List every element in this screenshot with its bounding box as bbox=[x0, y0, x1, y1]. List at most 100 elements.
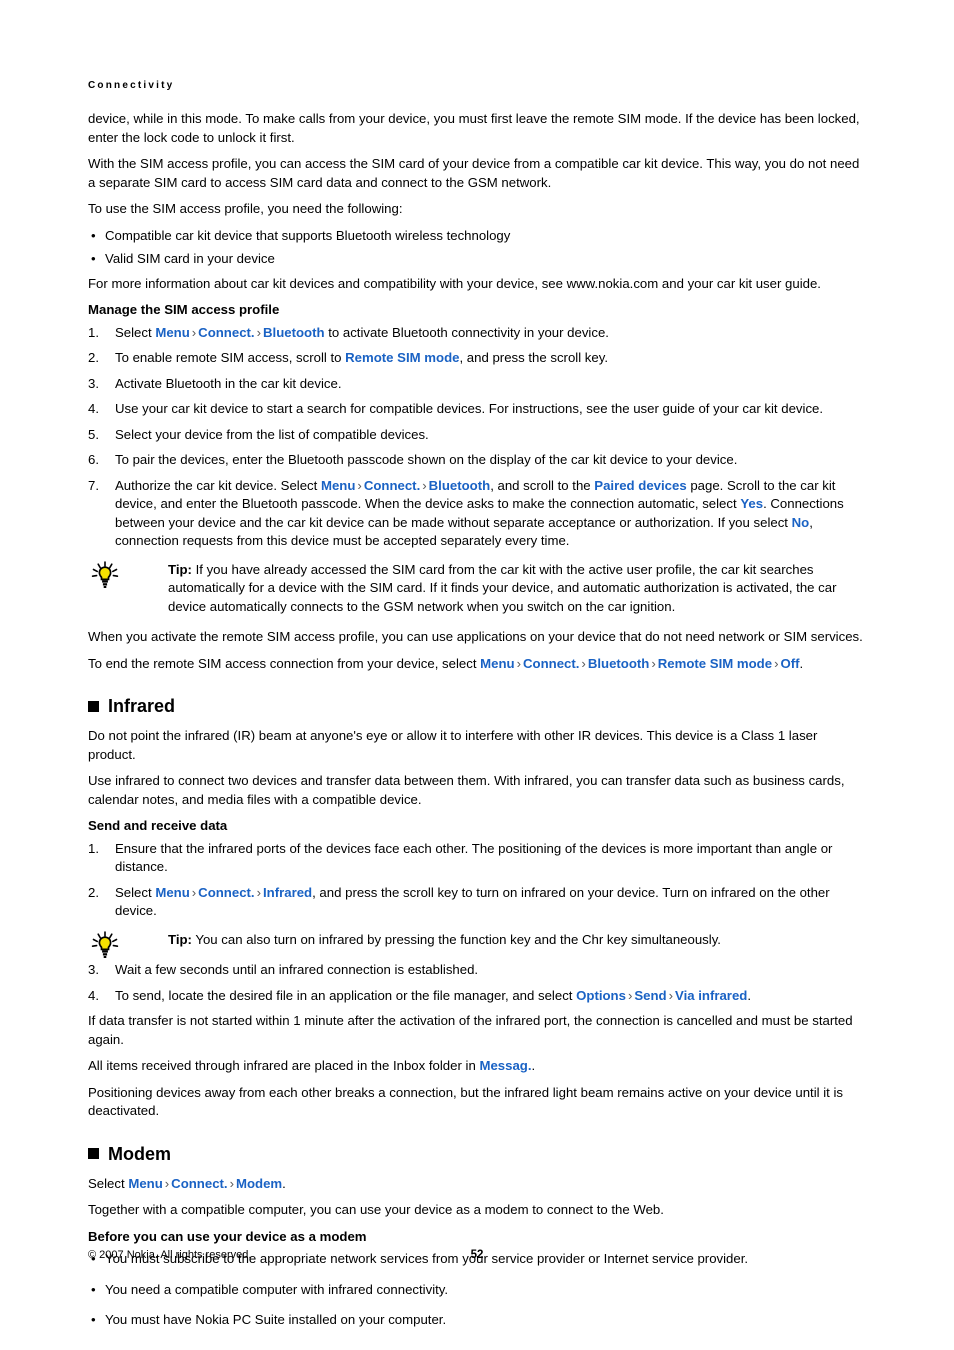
link-no[interactable]: No bbox=[792, 515, 810, 530]
infrared-paragraph-5: Positioning devices away from each other… bbox=[88, 1084, 844, 1119]
square-bullet-icon bbox=[88, 1148, 99, 1159]
step-2: 2. To enable remote SIM access, scroll t… bbox=[88, 349, 866, 368]
step-number: 6. bbox=[88, 452, 99, 467]
line-text-post: . bbox=[531, 1058, 536, 1073]
intro-paragraph-1: device, while in this mode. To make call… bbox=[88, 111, 860, 145]
link-menu[interactable]: Menu bbox=[155, 325, 189, 340]
link-connect[interactable]: Connect. bbox=[198, 325, 254, 340]
section-title: Modem bbox=[108, 1143, 171, 1164]
step-text-pre: Select bbox=[115, 884, 156, 900]
step-number: 2. bbox=[88, 884, 99, 900]
step-text-post: , and press the scroll key. bbox=[459, 350, 609, 365]
tip-block-infrared: Tip: You can also turn on infrared by pr… bbox=[88, 930, 866, 958]
after-tip-paragraph: When you activate the remote SIM access … bbox=[88, 629, 863, 644]
sim-requirements-list: • Compatible car kit device that support… bbox=[88, 227, 866, 269]
tip-label: Tip: bbox=[168, 561, 192, 577]
infrared-paragraph-2: Use infrared to connect two devices and … bbox=[88, 773, 845, 807]
intro-paragraph-4: For more information about car kit devic… bbox=[88, 275, 821, 291]
chevron-right-icon: › bbox=[422, 477, 427, 493]
list-item-label: You need a compatible computer with infr… bbox=[105, 1281, 449, 1297]
step-5: 5. Select your device from the list of c… bbox=[88, 426, 866, 445]
chevron-right-icon: › bbox=[357, 477, 362, 493]
infrared-steps-part2: 3. Wait a few seconds until an infrared … bbox=[88, 961, 866, 1005]
step-number: 7. bbox=[88, 477, 99, 493]
step-number: 2. bbox=[88, 350, 99, 365]
link-remote-sim-mode[interactable]: Remote SIM mode bbox=[658, 656, 772, 671]
link-infrared[interactable]: Infrared bbox=[263, 885, 312, 900]
list-item: • You need a compatible computer with in… bbox=[88, 1281, 866, 1300]
step-number: 4. bbox=[88, 987, 99, 1003]
chevron-right-icon: › bbox=[668, 987, 674, 1003]
infrared-steps-part1: 1. Ensure that the infrared ports of the… bbox=[88, 840, 866, 921]
line-text-pre: To end the remote SIM access connection … bbox=[88, 655, 481, 671]
link-menu[interactable]: Menu bbox=[321, 478, 355, 493]
step-text: To pair the devices, enter the Bluetooth… bbox=[115, 452, 738, 467]
step-number: 1. bbox=[88, 840, 99, 856]
step-text: Select your device from the list of comp… bbox=[115, 426, 429, 442]
intro-paragraph-2: With the SIM access profile, you can acc… bbox=[88, 156, 860, 190]
chevron-right-icon: › bbox=[229, 1175, 234, 1191]
link-modem[interactable]: Modem bbox=[236, 1176, 282, 1191]
chevron-right-icon: › bbox=[191, 324, 197, 340]
line-text-pre: Select bbox=[88, 1175, 129, 1191]
step-text-pre: Select bbox=[115, 324, 156, 340]
step-text: Ensure that the infrared ports of the de… bbox=[115, 840, 833, 875]
step-number: 1. bbox=[88, 324, 99, 340]
step-1: 1. Ensure that the infrared ports of the… bbox=[88, 840, 866, 877]
link-remote-sim-mode[interactable]: Remote SIM mode bbox=[345, 350, 459, 365]
step-number: 5. bbox=[88, 426, 99, 442]
link-connect[interactable]: Connect. bbox=[198, 885, 254, 900]
chevron-right-icon: › bbox=[581, 655, 586, 671]
step-text: Wait a few seconds until an infrared con… bbox=[115, 962, 479, 977]
link-messaging[interactable]: Messag. bbox=[479, 1058, 531, 1073]
link-connect[interactable]: Connect. bbox=[364, 478, 420, 493]
infrared-inbox-line: All items received through infrared are … bbox=[88, 1057, 866, 1076]
link-connect[interactable]: Connect. bbox=[523, 656, 579, 671]
step-text-mid-1: , and scroll to the bbox=[490, 477, 595, 493]
link-menu[interactable]: Menu bbox=[128, 1176, 162, 1191]
step-text-post: to activate Bluetooth connectivity in yo… bbox=[324, 324, 609, 340]
link-paired-devices[interactable]: Paired devices bbox=[594, 478, 686, 493]
tip-text: You can also turn on infrared by pressin… bbox=[191, 931, 721, 947]
step-3: 3. Activate Bluetooth in the car kit dev… bbox=[88, 375, 866, 394]
step-text-post: . bbox=[747, 987, 752, 1003]
step-text: Activate Bluetooth in the car kit device… bbox=[115, 375, 342, 391]
link-bluetooth[interactable]: Bluetooth bbox=[588, 656, 650, 671]
tip-label: Tip: bbox=[168, 931, 192, 947]
step-text: Use your car kit device to start a searc… bbox=[115, 401, 824, 416]
end-remote-sim-line: To end the remote SIM access connection … bbox=[88, 655, 866, 674]
section-heading-infrared: Infrared bbox=[88, 695, 866, 717]
step-7: 7. Authorize the car kit device. Select … bbox=[88, 477, 866, 551]
link-menu[interactable]: Menu bbox=[155, 885, 189, 900]
link-menu[interactable]: Menu bbox=[480, 656, 514, 671]
modem-subheading: Before you can use your device as a mode… bbox=[88, 1228, 367, 1244]
section-title: Infrared bbox=[108, 696, 176, 716]
document-page: Connectivity device, while in this mode.… bbox=[88, 0, 866, 1350]
intro-paragraph-3: To use the SIM access profile, you need … bbox=[88, 201, 403, 216]
page-content: device, while in this mode. To make call… bbox=[88, 110, 866, 1342]
link-bluetooth[interactable]: Bluetooth bbox=[429, 478, 491, 493]
list-item-label: Compatible car kit device that supports … bbox=[105, 227, 511, 243]
chevron-right-icon: › bbox=[516, 655, 521, 671]
list-item-label: Valid SIM card in your device bbox=[105, 251, 275, 266]
step-6: 6. To pair the devices, enter the Blueto… bbox=[88, 451, 866, 470]
link-bluetooth[interactable]: Bluetooth bbox=[263, 325, 325, 340]
tip-text: If you have already accessed the SIM car… bbox=[168, 561, 837, 614]
link-via-infrared[interactable]: Via infrared bbox=[675, 988, 747, 1003]
step-text-pre: Authorize the car kit device. Select bbox=[115, 477, 321, 493]
send-receive-heading: Send and receive data bbox=[88, 818, 228, 833]
list-item: • Compatible car kit device that support… bbox=[88, 227, 866, 246]
running-head: Connectivity bbox=[88, 80, 175, 91]
step-number: 3. bbox=[88, 962, 99, 977]
link-yes[interactable]: Yes bbox=[740, 496, 763, 511]
square-bullet-icon bbox=[88, 700, 99, 712]
link-send[interactable]: Send bbox=[634, 988, 666, 1003]
link-connect[interactable]: Connect. bbox=[171, 1176, 227, 1191]
list-item: • You must have Nokia PC Suite installed… bbox=[88, 1311, 866, 1330]
step-text-pre: To enable remote SIM access, scroll to bbox=[115, 350, 346, 365]
step-3: 3. Wait a few seconds until an infrared … bbox=[88, 961, 866, 980]
chevron-right-icon: › bbox=[651, 655, 656, 671]
infrared-paragraph-3: If data transfer is not started within 1… bbox=[88, 1013, 853, 1047]
link-options[interactable]: Options bbox=[576, 988, 626, 1003]
link-off[interactable]: Off bbox=[780, 656, 799, 671]
